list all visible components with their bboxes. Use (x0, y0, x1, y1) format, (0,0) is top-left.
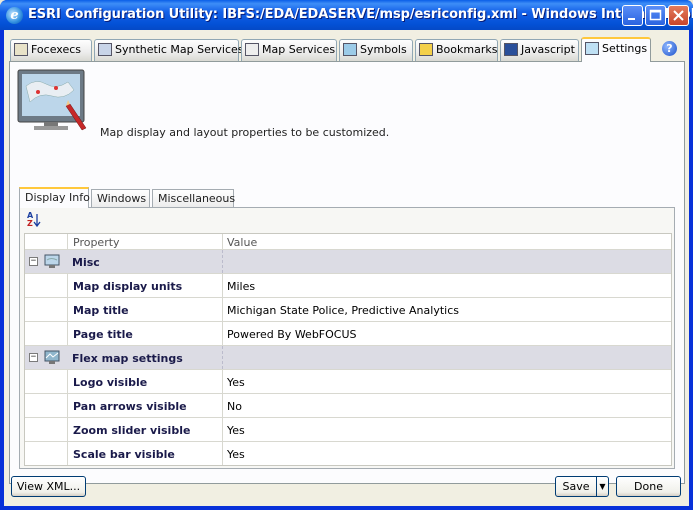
tab-label: Focexecs (31, 43, 82, 56)
internet-explorer-icon: e (6, 7, 23, 24)
tab-settings[interactable]: Settings (581, 37, 651, 62)
category-value-cell (222, 250, 671, 273)
done-button[interactable]: Done (616, 476, 681, 497)
tab-javascript[interactable]: Javascript (500, 39, 579, 61)
synthetic-map-icon (98, 43, 112, 56)
grid-header-row: Property Value (25, 234, 671, 250)
property-name: Page title (67, 322, 222, 345)
property-row-map-display-units[interactable]: Map display units Miles (25, 274, 671, 298)
misc-category-icon (44, 254, 60, 268)
save-dropdown-button[interactable]: ▼ (596, 476, 609, 497)
property-name: Scale bar visible (67, 442, 222, 465)
property-value[interactable]: Yes (222, 442, 671, 465)
category-row-misc[interactable]: − Misc (25, 250, 671, 274)
collapse-toggle[interactable]: − (29, 257, 38, 266)
grid-gutter (25, 370, 67, 393)
focexec-icon (14, 43, 28, 56)
page-description: Map display and layout properties to be … (100, 126, 390, 139)
category-label: Misc (72, 256, 100, 269)
map-services-icon (245, 43, 259, 56)
grid-gutter: − (25, 250, 67, 273)
tab-symbols[interactable]: Symbols (339, 39, 413, 61)
property-value[interactable]: Yes (222, 370, 671, 393)
grid-gutter (25, 418, 67, 441)
tab-synthetic-map-services[interactable]: Synthetic Map Services (94, 39, 244, 61)
property-name: Pan arrows visible (67, 394, 222, 417)
display-info-panel: A Z Property Value − Misc Map display un… (19, 207, 675, 469)
flex-map-category-icon (44, 350, 60, 364)
property-value[interactable]: Powered By WebFOCUS (222, 322, 671, 345)
maximize-button[interactable] (645, 5, 666, 26)
tab-bookmarks[interactable]: Bookmarks (415, 39, 498, 61)
javascript-icon (504, 43, 518, 56)
maximize-icon (649, 9, 662, 21)
title-bar[interactable]: e ESRI Configuration Utility: IBFS:/EDA/… (0, 0, 693, 30)
property-grid[interactable]: Property Value − Misc Map display units … (24, 233, 672, 466)
grid-gutter (25, 274, 67, 297)
tab-miscellaneous[interactable]: Miscellaneous (152, 189, 235, 207)
property-value[interactable]: Miles (222, 274, 671, 297)
browser-window: e ESRI Configuration Utility: IBFS:/EDA/… (0, 0, 693, 510)
tab-focexecs[interactable]: Focexecs (10, 39, 92, 61)
bookmarks-icon (419, 43, 433, 56)
tab-label: Symbols (360, 43, 407, 56)
tab-map-services[interactable]: Map Services (241, 39, 337, 61)
alphabetical-sort-icon[interactable]: A Z (26, 212, 42, 228)
window-title: ESRI Configuration Utility: IBFS:/EDA/ED… (28, 7, 693, 22)
category-row-flex-map-settings[interactable]: − Flex map settings (25, 346, 671, 370)
view-xml-button[interactable]: View XML... (11, 476, 86, 497)
tab-label: Javascript (521, 43, 575, 56)
tab-windows[interactable]: Windows (91, 189, 150, 207)
help-icon[interactable]: ? (662, 41, 677, 56)
tab-label: Synthetic Map Services (115, 43, 244, 56)
property-row-map-title[interactable]: Map title Michigan State Police, Predict… (25, 298, 671, 322)
property-name: Map display units (67, 274, 222, 297)
property-row-logo-visible[interactable]: Logo visible Yes (25, 370, 671, 394)
category-value-cell (222, 346, 671, 369)
minimize-icon (628, 18, 635, 20)
property-row-zoom-slider-visible[interactable]: Zoom slider visible Yes (25, 418, 671, 442)
close-icon (673, 10, 684, 21)
property-name: Map title (67, 298, 222, 321)
window-client-area: Focexecs Synthetic Map Services Map Serv… (4, 30, 689, 506)
grid-gutter (25, 442, 67, 465)
minimize-button[interactable] (622, 5, 643, 26)
column-header-property: Property (67, 234, 222, 249)
grid-gutter (25, 234, 67, 249)
settings-icon (585, 42, 599, 55)
category-label: Flex map settings (72, 352, 183, 365)
collapse-toggle[interactable]: − (29, 353, 38, 362)
property-value[interactable]: Yes (222, 418, 671, 441)
property-name: Zoom slider visible (67, 418, 222, 441)
sort-arrow-icon (33, 214, 41, 228)
property-row-page-title[interactable]: Page title Powered By WebFOCUS (25, 322, 671, 346)
symbols-icon (343, 43, 357, 56)
property-name: Logo visible (67, 370, 222, 393)
save-button[interactable]: Save (555, 476, 597, 497)
column-header-value: Value (222, 234, 671, 249)
grid-gutter (25, 394, 67, 417)
property-row-pan-arrows-visible[interactable]: Pan arrows visible No (25, 394, 671, 418)
tab-label: Bookmarks (436, 43, 498, 56)
tab-label: Map Services (262, 43, 336, 56)
property-row-scale-bar-visible[interactable]: Scale bar visible Yes (25, 442, 671, 465)
settings-panel: Map display and layout properties to be … (9, 61, 685, 484)
tab-label: Settings (602, 42, 648, 55)
map-settings-illustration-icon (17, 69, 87, 131)
grid-gutter (25, 322, 67, 345)
grid-gutter (25, 298, 67, 321)
property-value[interactable]: No (222, 394, 671, 417)
grid-gutter: − (25, 346, 67, 369)
property-value[interactable]: Michigan State Police, Predictive Analyt… (222, 298, 671, 321)
close-button[interactable] (668, 5, 689, 26)
tab-display-info[interactable]: Display Info (19, 187, 90, 208)
